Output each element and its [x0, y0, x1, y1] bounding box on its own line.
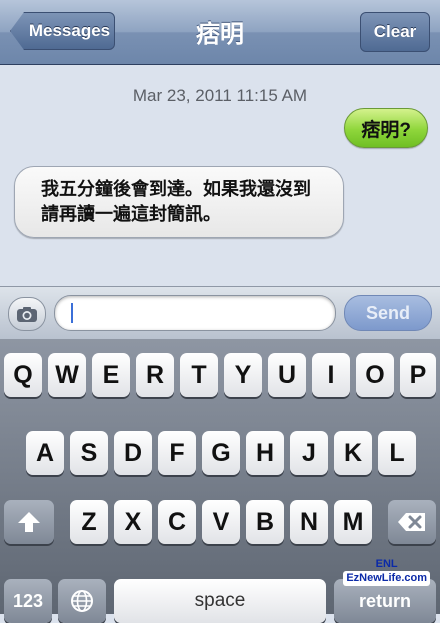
key-d[interactable]: D — [114, 431, 152, 475]
incoming-message-bubble[interactable]: 我五分鐘後會到達。如果我還沒到 請再讀一遍這封簡訊。 — [14, 166, 344, 238]
globe-icon — [71, 590, 93, 612]
key-f[interactable]: F — [158, 431, 196, 475]
key-r[interactable]: R — [136, 353, 174, 397]
key-v[interactable]: V — [202, 500, 240, 544]
globe-key[interactable] — [58, 579, 106, 623]
space-key[interactable]: space — [114, 579, 326, 623]
key-c[interactable]: C — [158, 500, 196, 544]
key-z[interactable]: Z — [70, 500, 108, 544]
key-o[interactable]: O — [356, 353, 394, 397]
key-w[interactable]: W — [48, 353, 86, 397]
back-button-label: Messages — [28, 21, 111, 40]
key-k[interactable]: K — [334, 431, 372, 475]
watermark-line2: EzNewLife.com — [343, 571, 430, 586]
message-text-field[interactable] — [54, 295, 336, 331]
send-button[interactable]: Send — [344, 295, 432, 331]
camera-button[interactable] — [8, 297, 46, 331]
key-p[interactable]: P — [400, 353, 436, 397]
key-b[interactable]: B — [246, 500, 284, 544]
messages-back-button[interactable]: Messages — [10, 12, 115, 50]
key-n[interactable]: N — [290, 500, 328, 544]
key-u[interactable]: U — [268, 353, 306, 397]
shift-key[interactable] — [4, 500, 54, 544]
key-h[interactable]: H — [246, 431, 284, 475]
navigation-bar: Messages 痞明 Clear — [0, 0, 440, 65]
key-g[interactable]: G — [202, 431, 240, 475]
key-i[interactable]: I — [312, 353, 350, 397]
incoming-message-line: 請再讀一遍這封簡訊。 — [41, 204, 221, 224]
shift-icon — [18, 512, 40, 532]
message-timestamp: Mar 23, 2011 11:15 AM — [132, 86, 308, 105]
delete-key[interactable] — [388, 500, 436, 544]
text-cursor — [71, 303, 73, 323]
key-q[interactable]: Q — [4, 353, 42, 397]
key-s[interactable]: S — [70, 431, 108, 475]
key-j[interactable]: J — [290, 431, 328, 475]
watermark-line1: ENL — [375, 558, 398, 570]
conversation-title: 痞明 — [196, 21, 244, 48]
message-input-bar: Send — [0, 286, 440, 340]
key-l[interactable]: L — [378, 431, 416, 475]
delete-icon — [398, 513, 425, 531]
key-m[interactable]: M — [334, 500, 372, 544]
site-watermark: ENL EzNewLife.com — [343, 558, 430, 586]
clear-button[interactable]: Clear — [360, 12, 430, 52]
outgoing-message-bubble[interactable]: 痞明? — [344, 108, 428, 148]
key-a[interactable]: A — [26, 431, 64, 475]
numbers-key[interactable]: 123 — [4, 579, 52, 623]
key-e[interactable]: E — [92, 353, 130, 397]
key-t[interactable]: T — [180, 353, 218, 397]
key-y[interactable]: Y — [224, 353, 262, 397]
key-x[interactable]: X — [114, 500, 152, 544]
camera-icon — [17, 306, 37, 322]
incoming-message-line: 我五分鐘後會到達。如果我還沒到 — [41, 179, 311, 199]
